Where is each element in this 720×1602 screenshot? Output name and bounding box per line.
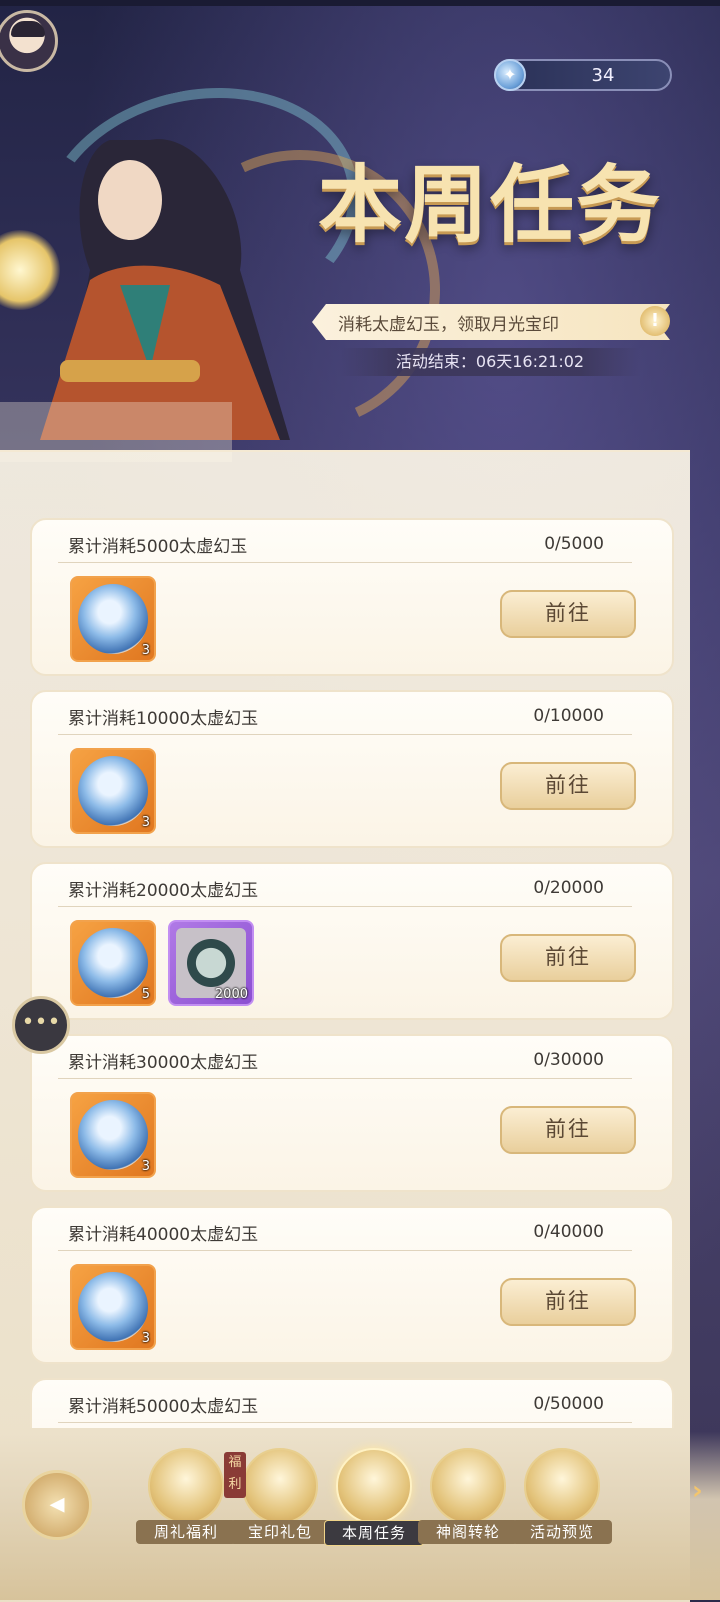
reward-item[interactable]: 5 — [70, 920, 156, 1006]
task-name: 累计消耗10000太虚幻玉 — [68, 709, 259, 729]
preview-icon — [524, 1448, 600, 1524]
divider — [58, 1250, 632, 1251]
task-progress: 0/50000 — [533, 1394, 604, 1414]
moonlight-seal-icon — [78, 584, 148, 654]
go-button[interactable]: 前往 — [500, 590, 636, 638]
moonlight-seal-icon — [78, 928, 148, 998]
task-name: 累计消耗40000太虚幻玉 — [68, 1225, 259, 1245]
reward-count: 5 — [141, 987, 150, 1002]
nav-label: 周礼福利 — [136, 1520, 236, 1544]
moonlight-seal-icon — [78, 1272, 148, 1342]
reward-count: 3 — [141, 1331, 150, 1346]
currency-display: ✦ 34 — [494, 59, 672, 91]
timer-value: 06天16:21:02 — [475, 352, 585, 371]
back-arrow-icon[interactable]: ◂ — [22, 1470, 92, 1540]
nav-item-weekly-gift[interactable]: 周礼福利 — [136, 1448, 236, 1548]
go-button[interactable]: 前往 — [500, 934, 636, 982]
jade-currency-icon: ✦ — [494, 59, 526, 91]
nav-item-weekly-task[interactable]: 本周任务 — [324, 1448, 424, 1548]
task-progress: 0/20000 — [533, 878, 604, 898]
task-name: 累计消耗50000太虚幻玉 — [68, 1397, 259, 1417]
reward-count: 3 — [141, 1159, 150, 1174]
task-card: 累计消耗20000太虚幻玉 0/20000 5 2000 前往 — [30, 862, 674, 1020]
reward-item[interactable]: 3 — [70, 1092, 156, 1178]
page-title: 本周任务 — [317, 155, 662, 254]
moonlight-seal-icon — [78, 756, 148, 826]
seal-pack-icon — [242, 1448, 318, 1524]
info-icon[interactable]: ! — [640, 306, 670, 336]
task-card: 累计消耗50000太虚幻玉 0/50000 — [30, 1378, 674, 1428]
nav-item-preview[interactable]: 活动预览 — [512, 1448, 612, 1548]
reward-item[interactable]: 3 — [70, 748, 156, 834]
divider — [58, 1422, 632, 1423]
reward-item[interactable]: 3 — [70, 576, 156, 662]
divider — [58, 562, 632, 563]
nav-label: 活动预览 — [512, 1520, 612, 1544]
nav-label: 宝印礼包 — [230, 1520, 330, 1544]
chevron-right-icon[interactable]: › — [692, 1476, 714, 1506]
reward-count: 3 — [141, 643, 150, 658]
task-progress: 0/30000 — [533, 1050, 604, 1070]
reward-item[interactable]: 2000 — [168, 920, 254, 1006]
divider — [58, 1078, 632, 1079]
subtitle-banner: 消耗太虚幻玉，领取月光宝印 — [312, 304, 670, 340]
task-name: 累计消耗20000太虚幻玉 — [68, 881, 259, 901]
timer-label: 活动结束： — [395, 352, 476, 371]
wheel-icon — [430, 1448, 506, 1524]
reward-count: 2000 — [214, 987, 248, 1002]
task-progress: 0/5000 — [544, 534, 604, 554]
moonlight-seal-icon — [78, 1100, 148, 1170]
task-progress: 0/10000 — [533, 706, 604, 726]
go-button[interactable]: 前往 — [500, 762, 636, 810]
task-list[interactable]: 累计消耗5000太虚幻玉 0/5000 3 前往 累计消耗10000太虚幻玉 0… — [30, 518, 676, 1428]
currency-value: 34 — [591, 65, 615, 86]
go-button[interactable]: 前往 — [500, 1106, 636, 1154]
divider — [58, 906, 632, 907]
reward-count: 3 — [141, 815, 150, 830]
reward-item[interactable]: 3 — [70, 1264, 156, 1350]
task-card: 累计消耗40000太虚幻玉 0/40000 3 前往 — [30, 1206, 674, 1364]
task-card: 累计消耗5000太虚幻玉 0/5000 3 前往 — [30, 518, 674, 676]
weekly-gift-icon — [148, 1448, 224, 1524]
task-card: 累计消耗10000太虚幻玉 0/10000 3 前往 — [30, 690, 674, 848]
task-name: 累计消耗5000太虚幻玉 — [68, 537, 248, 557]
nav-label: 神阁转轮 — [418, 1520, 518, 1544]
welfare-badge: 福利 — [224, 1452, 246, 1498]
nav-item-seal-pack[interactable]: 福利 宝印礼包 — [224, 1448, 330, 1548]
divider — [58, 734, 632, 735]
task-name: 累计消耗30000太虚幻玉 — [68, 1053, 259, 1073]
weekly-task-icon — [336, 1448, 412, 1524]
task-progress: 0/40000 — [533, 1222, 604, 1242]
nav-item-wheel[interactable]: 神阁转轮 — [418, 1448, 518, 1548]
go-button[interactable]: 前往 — [500, 1278, 636, 1326]
status-bar — [0, 0, 720, 6]
chat-bubble-icon[interactable]: ••• — [12, 996, 70, 1054]
nav-label: 本周任务 — [324, 1520, 424, 1546]
task-card: 累计消耗30000太虚幻玉 0/30000 3 前往 — [30, 1034, 674, 1192]
event-timer: 活动结束：06天16:21:02 — [340, 348, 640, 376]
